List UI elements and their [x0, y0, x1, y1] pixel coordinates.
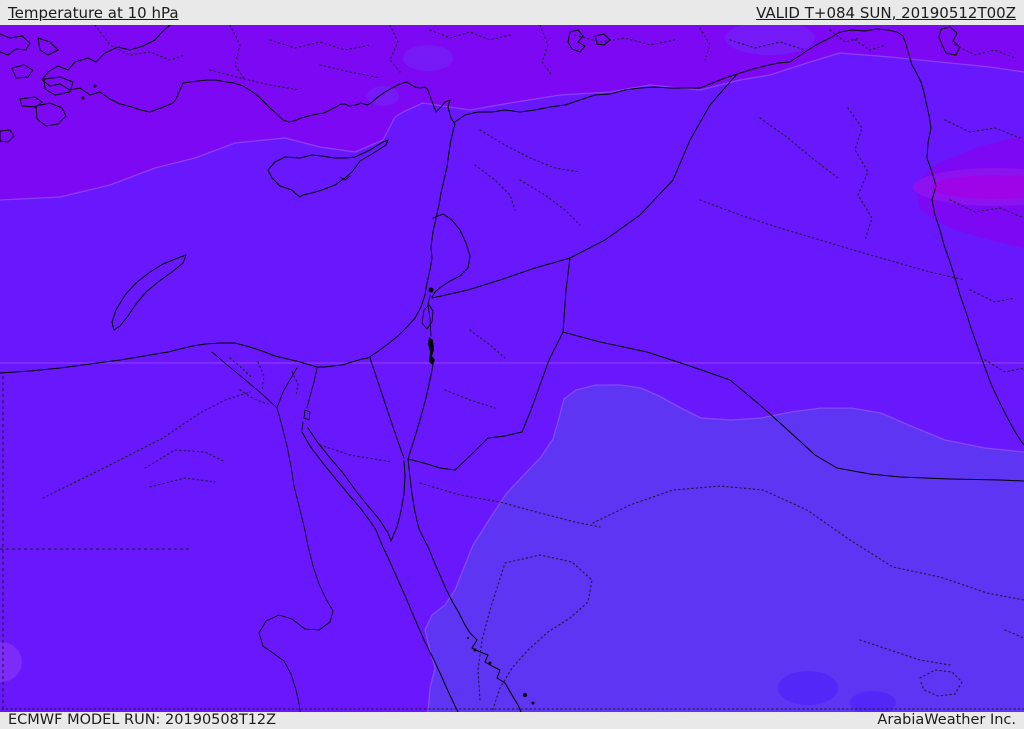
model-run-label: ECMWF MODEL RUN: 20190508T12Z [8, 712, 277, 728]
temp-blob-deep-1 [778, 671, 838, 705]
credit-label: ArabiaWeather Inc. [877, 712, 1016, 728]
red-sea-islet-4 [523, 693, 527, 697]
footer-bar: ECMWF MODEL RUN: 20190508T12Z ArabiaWeat… [0, 712, 1024, 729]
temp-blob-cool-turkey-1 [403, 45, 453, 71]
sea-of-galilee [428, 287, 434, 293]
red-sea-islet-3 [467, 637, 469, 639]
weather-map-screen: Temperature at 10 hPa VALID T+084 SUN, 2… [0, 0, 1024, 729]
temp-blob-cool-turkey-3 [367, 86, 399, 106]
forecast-map [0, 25, 1024, 712]
header-bar: Temperature at 10 hPa VALID T+084 SUN, 2… [0, 0, 1024, 25]
red-sea-islet-2 [488, 661, 492, 665]
islet-dot-2 [93, 84, 97, 88]
red-sea-islet-1 [473, 648, 477, 652]
red-sea-islet-5 [531, 701, 535, 705]
valid-time-label: VALID T+084 SUN, 20190512T00Z [756, 3, 1016, 22]
page-title: Temperature at 10 hPa [8, 3, 179, 22]
islet-dot-1 [81, 96, 85, 100]
